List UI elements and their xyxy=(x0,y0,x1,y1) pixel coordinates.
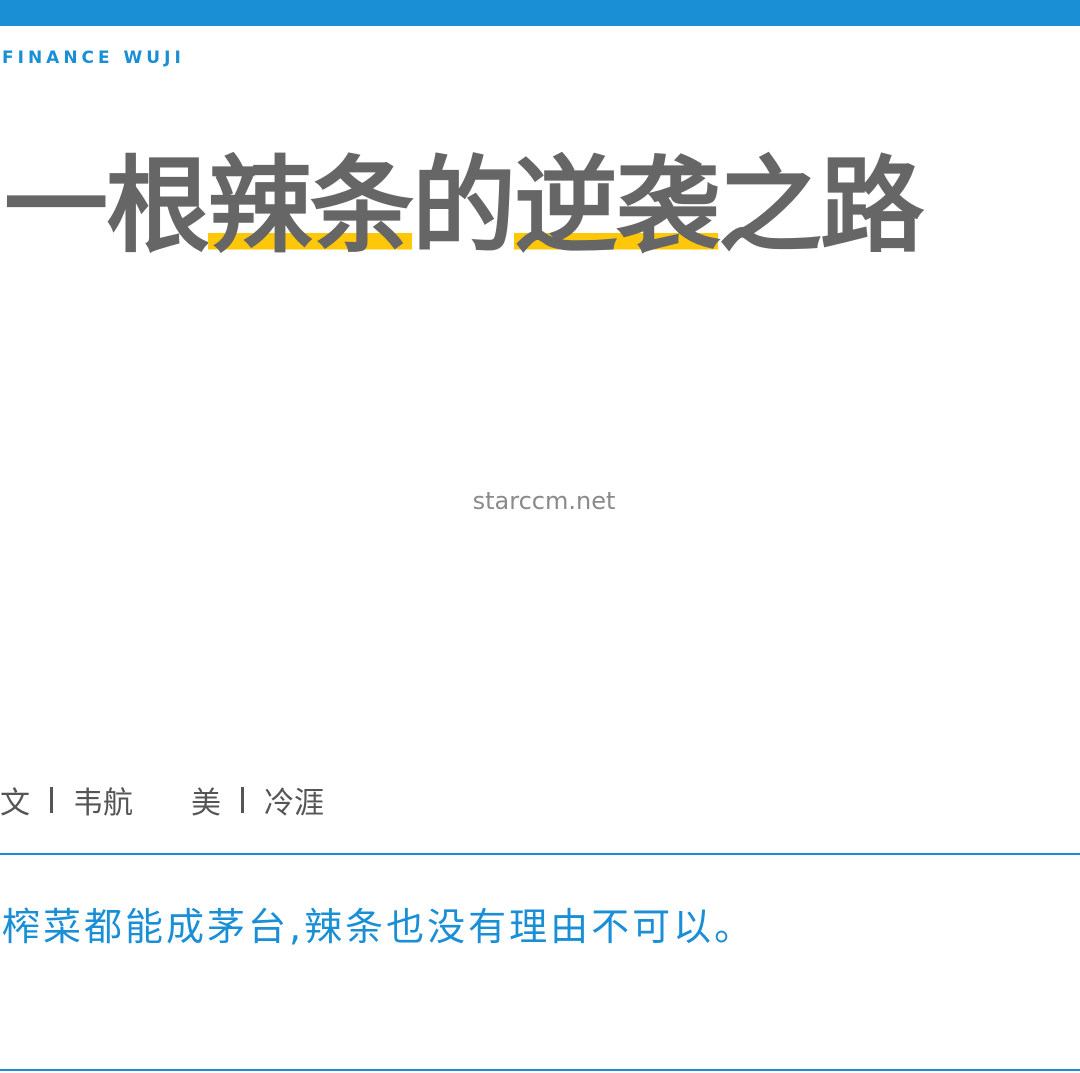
byline: 文 韦航 美 冷涯 xyxy=(0,778,324,822)
byline-divider xyxy=(241,787,244,813)
title-segment-2-highlighted: 辣条 xyxy=(208,144,414,267)
art-label: 美 xyxy=(191,786,221,821)
divider-line-bottom xyxy=(0,1069,1080,1071)
article-title: 一根 辣条 的 逆袭 之路 xyxy=(4,108,924,267)
writer-name: 韦航 xyxy=(73,786,133,821)
title-segment-5: 之路 xyxy=(718,144,924,267)
divider-line-top xyxy=(0,853,1080,855)
art-name: 冷涯 xyxy=(264,786,324,821)
watermark-text: starccm.net xyxy=(472,487,616,515)
title-segment-1: 一根 xyxy=(4,144,210,267)
byline-divider xyxy=(50,787,53,813)
title-segment-3: 的 xyxy=(412,144,516,267)
brand-label: FINANCE WUJI xyxy=(2,48,185,68)
top-accent-bar xyxy=(0,0,1080,26)
writer-label: 文 xyxy=(0,786,30,821)
title-segment-4-highlighted: 逆袭 xyxy=(514,144,720,267)
article-subtitle: 榨菜都能成茅台,辣条也没有理由不可以。 xyxy=(2,905,756,949)
